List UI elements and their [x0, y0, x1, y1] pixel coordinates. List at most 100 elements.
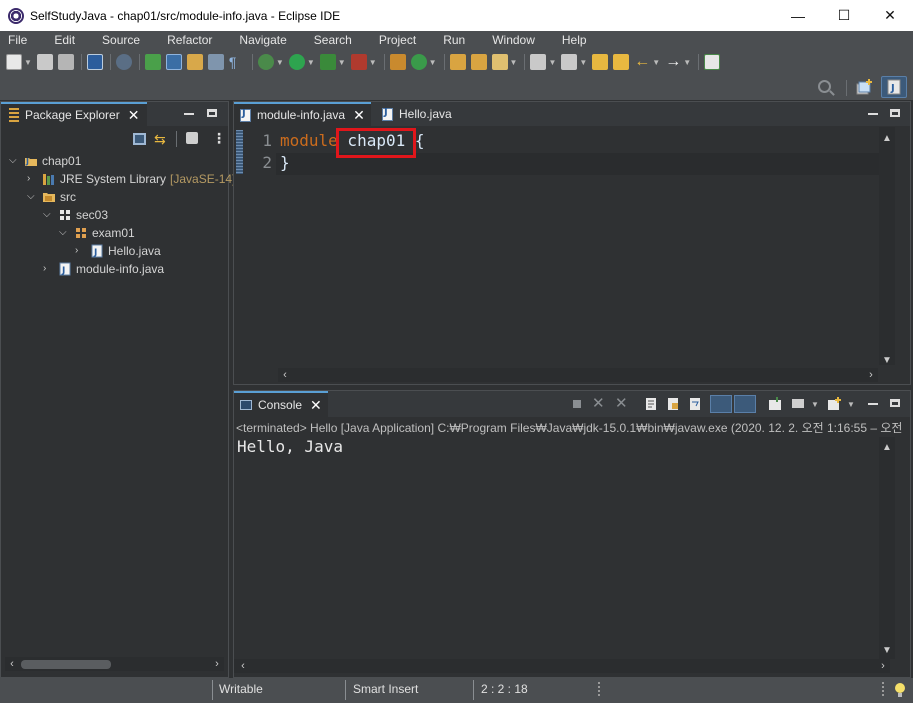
console-toggle-icon[interactable] [86, 54, 103, 70]
next-edit-dropdown-icon[interactable]: ▼ [548, 58, 556, 67]
prev-edit-dropdown-icon[interactable]: ▼ [579, 58, 587, 67]
pilcrow-icon[interactable]: ¶ [229, 54, 245, 70]
tree-item-sec03[interactable]: ⌵ sec03 [43, 206, 108, 224]
console-output[interactable]: Hello, Java [237, 437, 343, 456]
next-edit-icon[interactable] [530, 54, 547, 70]
menu-edit[interactable]: Edit [48, 33, 75, 47]
scroll-down-icon[interactable]: ▼ [879, 353, 895, 367]
tree-item-src[interactable]: ⌵ src [27, 188, 76, 206]
tab-hello-java[interactable]: Hello.java [376, 102, 458, 126]
block-selection-icon[interactable] [186, 54, 203, 70]
pin-console-icon[interactable] [768, 397, 782, 411]
maximize-view-icon[interactable] [890, 109, 900, 117]
tree-item-hello-java[interactable]: › J Hello.java [75, 242, 161, 260]
save-all-icon[interactable] [57, 54, 74, 70]
chevron-down-icon[interactable]: ⌵ [9, 156, 19, 166]
tree-item-exam01[interactable]: ⌵ exam01 [59, 224, 135, 242]
forward-edit-location-icon[interactable] [613, 54, 630, 70]
new-icon[interactable] [6, 54, 22, 70]
close-icon[interactable]: ✕ [128, 107, 140, 124]
new-class-icon[interactable] [410, 54, 427, 70]
chevron-down-icon[interactable]: ⌵ [59, 228, 69, 238]
maximize-button[interactable]: ☐ [821, 0, 867, 31]
save-icon[interactable] [36, 54, 53, 70]
code-line[interactable]: } [280, 152, 290, 174]
chevron-down-icon[interactable]: ⌵ [27, 192, 37, 202]
new-java-project-icon[interactable] [389, 54, 406, 70]
external-tools-dropdown-icon[interactable]: ▼ [369, 58, 377, 67]
forward-dropdown-icon[interactable]: ▼ [683, 58, 691, 67]
open-type-icon[interactable] [449, 54, 466, 70]
highlight-icon[interactable] [165, 54, 182, 70]
scroll-up-icon[interactable]: ▲ [879, 440, 895, 454]
word-wrap-icon[interactable] [207, 54, 224, 70]
editor-vscrollbar[interactable]: ▲ ▼ [879, 127, 895, 367]
run-icon[interactable] [288, 54, 305, 70]
menu-window[interactable]: Window [486, 33, 535, 47]
scroll-right-icon[interactable]: › [210, 657, 224, 671]
console-hscrollbar[interactable]: ‹ › [234, 659, 890, 673]
minimize-view-icon[interactable] [868, 113, 878, 115]
scroll-left-icon[interactable]: ‹ [5, 657, 19, 671]
scroll-thumb[interactable] [21, 660, 111, 669]
scroll-lock-icon[interactable] [666, 397, 680, 411]
menu-project[interactable]: Project [373, 33, 416, 47]
word-wrap-icon[interactable] [688, 397, 702, 411]
skip-breakpoints-icon[interactable] [115, 54, 132, 70]
scroll-left-icon[interactable]: ‹ [236, 659, 250, 673]
menu-search[interactable]: Search [308, 33, 352, 47]
remove-launch-icon[interactable]: ✕ [592, 396, 606, 411]
new-class-dropdown-icon[interactable]: ▼ [429, 58, 437, 67]
package-explorer-hscrollbar[interactable]: ‹ › [5, 657, 224, 671]
display-console-dropdown-icon[interactable]: ▼ [811, 400, 819, 409]
open-console-icon[interactable] [827, 397, 841, 411]
menu-help[interactable]: Help [556, 33, 587, 47]
minimize-view-icon[interactable] [868, 403, 878, 405]
code-editor[interactable]: 1 2 module chap01 { } [234, 127, 880, 365]
run-dropdown-icon[interactable]: ▼ [307, 58, 315, 67]
back-dropdown-icon[interactable]: ▼ [652, 58, 660, 67]
maximize-view-icon[interactable] [207, 109, 217, 117]
close-icon[interactable]: ✕ [310, 397, 322, 414]
tree-item-module-info-java[interactable]: › J module-info.java [43, 260, 164, 278]
search-icon[interactable] [818, 80, 831, 93]
filter-icon[interactable] [186, 132, 198, 144]
coverage-dropdown-icon[interactable]: ▼ [338, 58, 346, 67]
terminate-icon[interactable] [570, 397, 584, 411]
forward-arrow-icon[interactable]: → [665, 54, 681, 70]
tab-package-explorer[interactable]: Package Explorer ✕ [1, 102, 148, 126]
chevron-right-icon[interactable]: › [75, 246, 85, 256]
menu-run[interactable]: Run [437, 33, 465, 47]
status-insert-mode[interactable]: Smart Insert [353, 682, 418, 696]
menu-navigate[interactable]: Navigate [233, 33, 286, 47]
tab-module-info-java[interactable]: module-info.java ✕ [234, 102, 371, 126]
minimize-button[interactable]: — [775, 0, 821, 31]
show-on-stdout-icon[interactable] [710, 395, 732, 413]
scroll-right-icon[interactable]: › [864, 368, 878, 382]
external-tools-icon[interactable] [350, 54, 367, 70]
prev-edit-icon[interactable] [561, 54, 578, 70]
pin-editor-icon[interactable] [704, 54, 721, 70]
debug-icon[interactable] [257, 54, 274, 70]
java-perspective-icon[interactable]: J [881, 76, 907, 98]
debug-dropdown-icon[interactable]: ▼ [276, 58, 284, 67]
scroll-left-icon[interactable]: ‹ [278, 368, 292, 382]
open-console-dropdown-icon[interactable]: ▼ [847, 400, 855, 409]
new-dropdown-icon[interactable]: ▼ [24, 58, 32, 67]
menu-file[interactable]: File [2, 33, 27, 47]
tree-item-chap01[interactable]: ⌵ J chap01 [9, 152, 81, 170]
scroll-up-icon[interactable]: ▲ [879, 131, 895, 145]
close-window-button[interactable]: ✕ [867, 0, 913, 31]
chevron-down-icon[interactable]: ⌵ [43, 210, 53, 220]
lightbulb-icon[interactable] [894, 682, 906, 698]
tab-console[interactable]: Console ✕ [234, 391, 328, 417]
open-task-icon[interactable] [470, 54, 487, 70]
clear-console-icon[interactable] [644, 397, 658, 411]
tree-item-jre-system-library[interactable]: › JRE System Library [JavaSE-14] [27, 170, 235, 188]
minimize-view-icon[interactable] [184, 113, 194, 115]
status-cursor-position[interactable]: 2 : 2 : 18 [481, 682, 528, 696]
collapse-all-icon[interactable] [133, 133, 146, 145]
chevron-right-icon[interactable]: › [43, 264, 53, 274]
maximize-view-icon[interactable] [890, 399, 900, 407]
search-dropdown-icon[interactable]: ▼ [510, 58, 518, 67]
